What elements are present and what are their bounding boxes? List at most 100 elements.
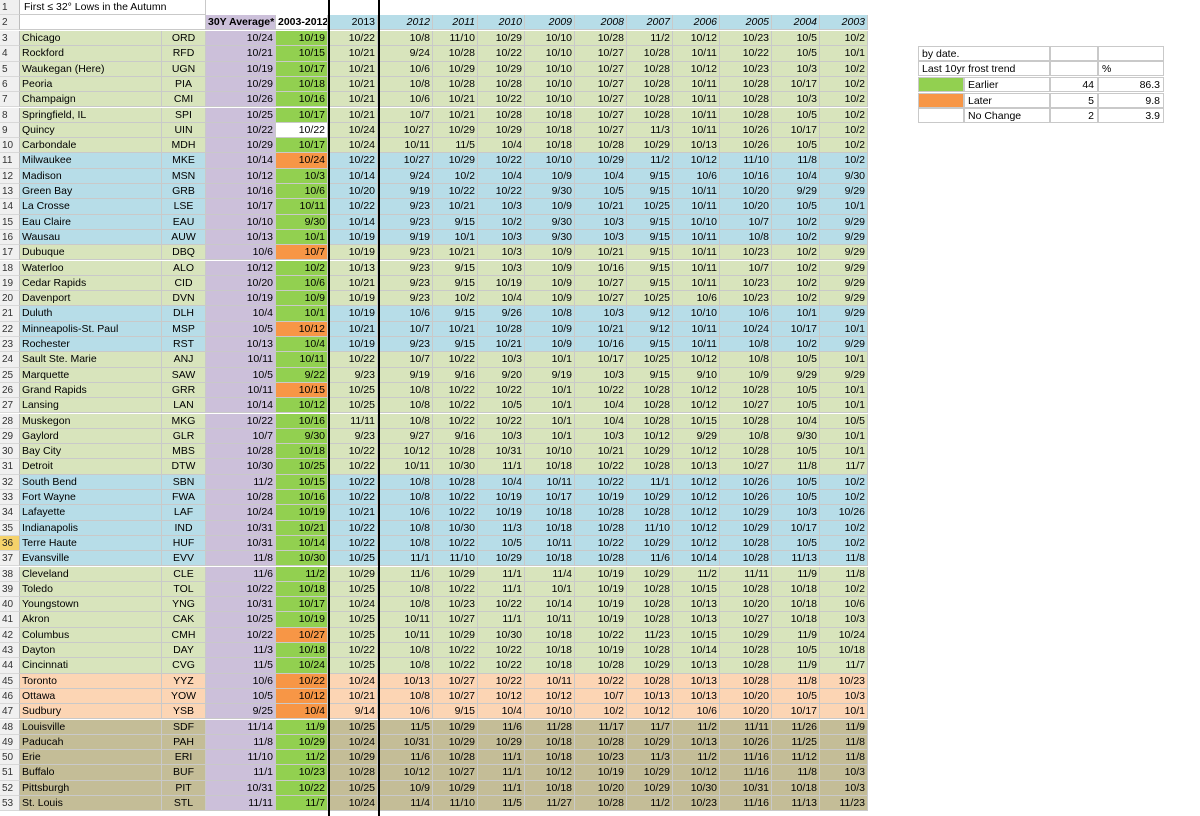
city-cell[interactable]: Madison bbox=[20, 168, 162, 184]
city-cell[interactable]: Sault Ste. Marie bbox=[20, 352, 162, 368]
year-cell[interactable]: 10/7 bbox=[380, 107, 433, 123]
year-cell[interactable]: 10/3 bbox=[478, 352, 525, 368]
year-cell[interactable]: 10/24 bbox=[330, 734, 378, 751]
avg30-cell[interactable]: 10/20 bbox=[206, 275, 276, 292]
row-header[interactable]: 28 bbox=[0, 413, 20, 429]
year-cell[interactable]: 10/28 bbox=[575, 796, 627, 812]
year-cell[interactable]: 10/22 bbox=[575, 474, 627, 490]
year-cell[interactable]: 11/28 bbox=[525, 719, 575, 735]
year-cell[interactable]: 10/19 bbox=[575, 612, 627, 628]
year-cell[interactable]: 10/20 bbox=[720, 704, 772, 720]
header-year-2004[interactable]: 2004 bbox=[772, 15, 820, 30]
year-cell[interactable]: 10/28 bbox=[720, 444, 772, 460]
year-cell[interactable]: 9/15 bbox=[433, 275, 478, 292]
year-cell[interactable]: 10/9 bbox=[525, 321, 575, 337]
year-cell[interactable]: 10/18 bbox=[525, 658, 575, 674]
year-cell[interactable]: 10/18 bbox=[525, 505, 575, 521]
year-cell[interactable]: 10/4 bbox=[478, 704, 525, 720]
year-cell[interactable]: 10/27 bbox=[380, 153, 433, 169]
year-cell[interactable]: 10/29 bbox=[433, 734, 478, 751]
year-cell[interactable]: 10/25 bbox=[330, 398, 378, 414]
city-cell[interactable]: Erie bbox=[20, 750, 162, 766]
year-cell[interactable]: 10/14 bbox=[330, 168, 378, 184]
row-header[interactable]: 13 bbox=[0, 184, 20, 200]
avg10-cell[interactable]: 10/18 bbox=[276, 76, 328, 93]
year-cell[interactable]: 10/25 bbox=[330, 581, 378, 598]
row-header[interactable]: 38 bbox=[0, 566, 20, 582]
avg10-cell[interactable]: 10/16 bbox=[276, 92, 328, 108]
year-cell[interactable]: 10/18 bbox=[525, 643, 575, 659]
row-header[interactable]: 11 bbox=[0, 153, 20, 169]
avg10-cell[interactable]: 10/30 bbox=[276, 551, 328, 567]
year-cell[interactable]: 10/26 bbox=[720, 138, 772, 154]
year-cell[interactable]: 10/12 bbox=[673, 765, 720, 781]
year-cell[interactable]: 9/29 bbox=[820, 214, 868, 230]
year-cell[interactable]: 10/16 bbox=[575, 337, 627, 353]
year-cell[interactable]: 10/22 bbox=[478, 153, 525, 169]
year-cell[interactable]: 10/28 bbox=[575, 551, 627, 567]
legend-swatch[interactable] bbox=[918, 108, 964, 123]
header-30y-average[interactable]: 30Y Average* bbox=[206, 15, 276, 30]
year-cell[interactable]: 10/1 bbox=[525, 382, 575, 399]
year-cell[interactable]: 10/11 bbox=[673, 260, 720, 276]
year-cell[interactable]: 10/9 bbox=[525, 168, 575, 184]
year-cell[interactable]: 11/9 bbox=[772, 627, 820, 643]
year-cell[interactable]: 10/13 bbox=[627, 688, 673, 705]
year-cell[interactable]: 10/10 bbox=[525, 76, 575, 93]
year-cell[interactable]: 10/6 bbox=[380, 92, 433, 108]
year-cell[interactable]: 10/24 bbox=[330, 673, 378, 689]
header-year-2011[interactable]: 2011 bbox=[433, 15, 478, 30]
year-cell[interactable]: 10/21 bbox=[330, 46, 378, 62]
year-cell[interactable]: 9/30 bbox=[772, 428, 820, 445]
station-code-cell[interactable]: YOW bbox=[162, 688, 206, 705]
year-cell[interactable]: 10/22 bbox=[330, 459, 378, 475]
year-cell[interactable]: 10/8 bbox=[380, 597, 433, 613]
year-cell[interactable]: 10/17 bbox=[575, 352, 627, 368]
year-cell[interactable]: 11/1 bbox=[627, 474, 673, 490]
city-cell[interactable]: Lansing bbox=[20, 398, 162, 414]
city-cell[interactable]: Chicago bbox=[20, 31, 162, 47]
year-cell[interactable]: 9/23 bbox=[330, 367, 378, 383]
year-cell[interactable]: 10/29 bbox=[627, 780, 673, 796]
year-cell[interactable]: 9/15 bbox=[433, 214, 478, 230]
year-cell[interactable]: 10/29 bbox=[478, 734, 525, 751]
year-cell[interactable]: 10/22 bbox=[330, 31, 378, 47]
station-code-cell[interactable]: STL bbox=[162, 796, 206, 812]
year-cell[interactable]: 10/5 bbox=[478, 398, 525, 414]
avg10-cell[interactable]: 10/17 bbox=[276, 107, 328, 123]
year-cell[interactable]: 10/6 bbox=[673, 704, 720, 720]
city-cell[interactable]: Rockford bbox=[20, 46, 162, 62]
year-cell[interactable]: 10/3 bbox=[575, 229, 627, 246]
year-cell[interactable]: 10/20 bbox=[575, 780, 627, 796]
year-cell[interactable]: 11/4 bbox=[380, 796, 433, 812]
year-cell[interactable]: 10/28 bbox=[627, 673, 673, 689]
avg10-cell[interactable]: 10/21 bbox=[276, 520, 328, 536]
year-cell[interactable]: 10/18 bbox=[525, 520, 575, 536]
year-cell[interactable]: 11/26 bbox=[772, 719, 820, 735]
year-cell[interactable]: 10/8 bbox=[720, 337, 772, 353]
year-cell[interactable]: 10/3 bbox=[820, 612, 868, 628]
year-cell[interactable]: 10/29 bbox=[330, 566, 378, 582]
year-cell[interactable]: 9/15 bbox=[433, 306, 478, 322]
header-year-2006[interactable]: 2006 bbox=[673, 15, 720, 30]
year-cell[interactable]: 10/28 bbox=[627, 61, 673, 77]
year-cell[interactable]: 10/14 bbox=[525, 597, 575, 613]
year-cell[interactable]: 10/26 bbox=[820, 505, 868, 521]
city-cell[interactable]: Columbus bbox=[20, 627, 162, 643]
year-cell[interactable]: 10/8 bbox=[380, 413, 433, 429]
year-cell[interactable]: 10/8 bbox=[380, 643, 433, 659]
year-cell[interactable]: 10/19 bbox=[575, 581, 627, 598]
row-header[interactable]: 12 bbox=[0, 168, 20, 184]
year-cell[interactable]: 10/22 bbox=[575, 627, 627, 643]
year-cell[interactable]: 9/15 bbox=[433, 704, 478, 720]
year-cell[interactable]: 9/15 bbox=[627, 245, 673, 261]
year-cell[interactable]: 10/22 bbox=[478, 413, 525, 429]
year-cell[interactable]: 10/3 bbox=[772, 61, 820, 77]
year-cell[interactable]: 10/6 bbox=[380, 306, 433, 322]
year-cell[interactable]: 10/4 bbox=[575, 398, 627, 414]
station-code-cell[interactable]: DLH bbox=[162, 306, 206, 322]
year-cell[interactable]: 10/28 bbox=[433, 444, 478, 460]
avg30-cell[interactable]: 11/2 bbox=[206, 474, 276, 490]
year-cell[interactable]: 10/28 bbox=[720, 382, 772, 399]
year-cell[interactable]: 9/12 bbox=[627, 321, 673, 337]
